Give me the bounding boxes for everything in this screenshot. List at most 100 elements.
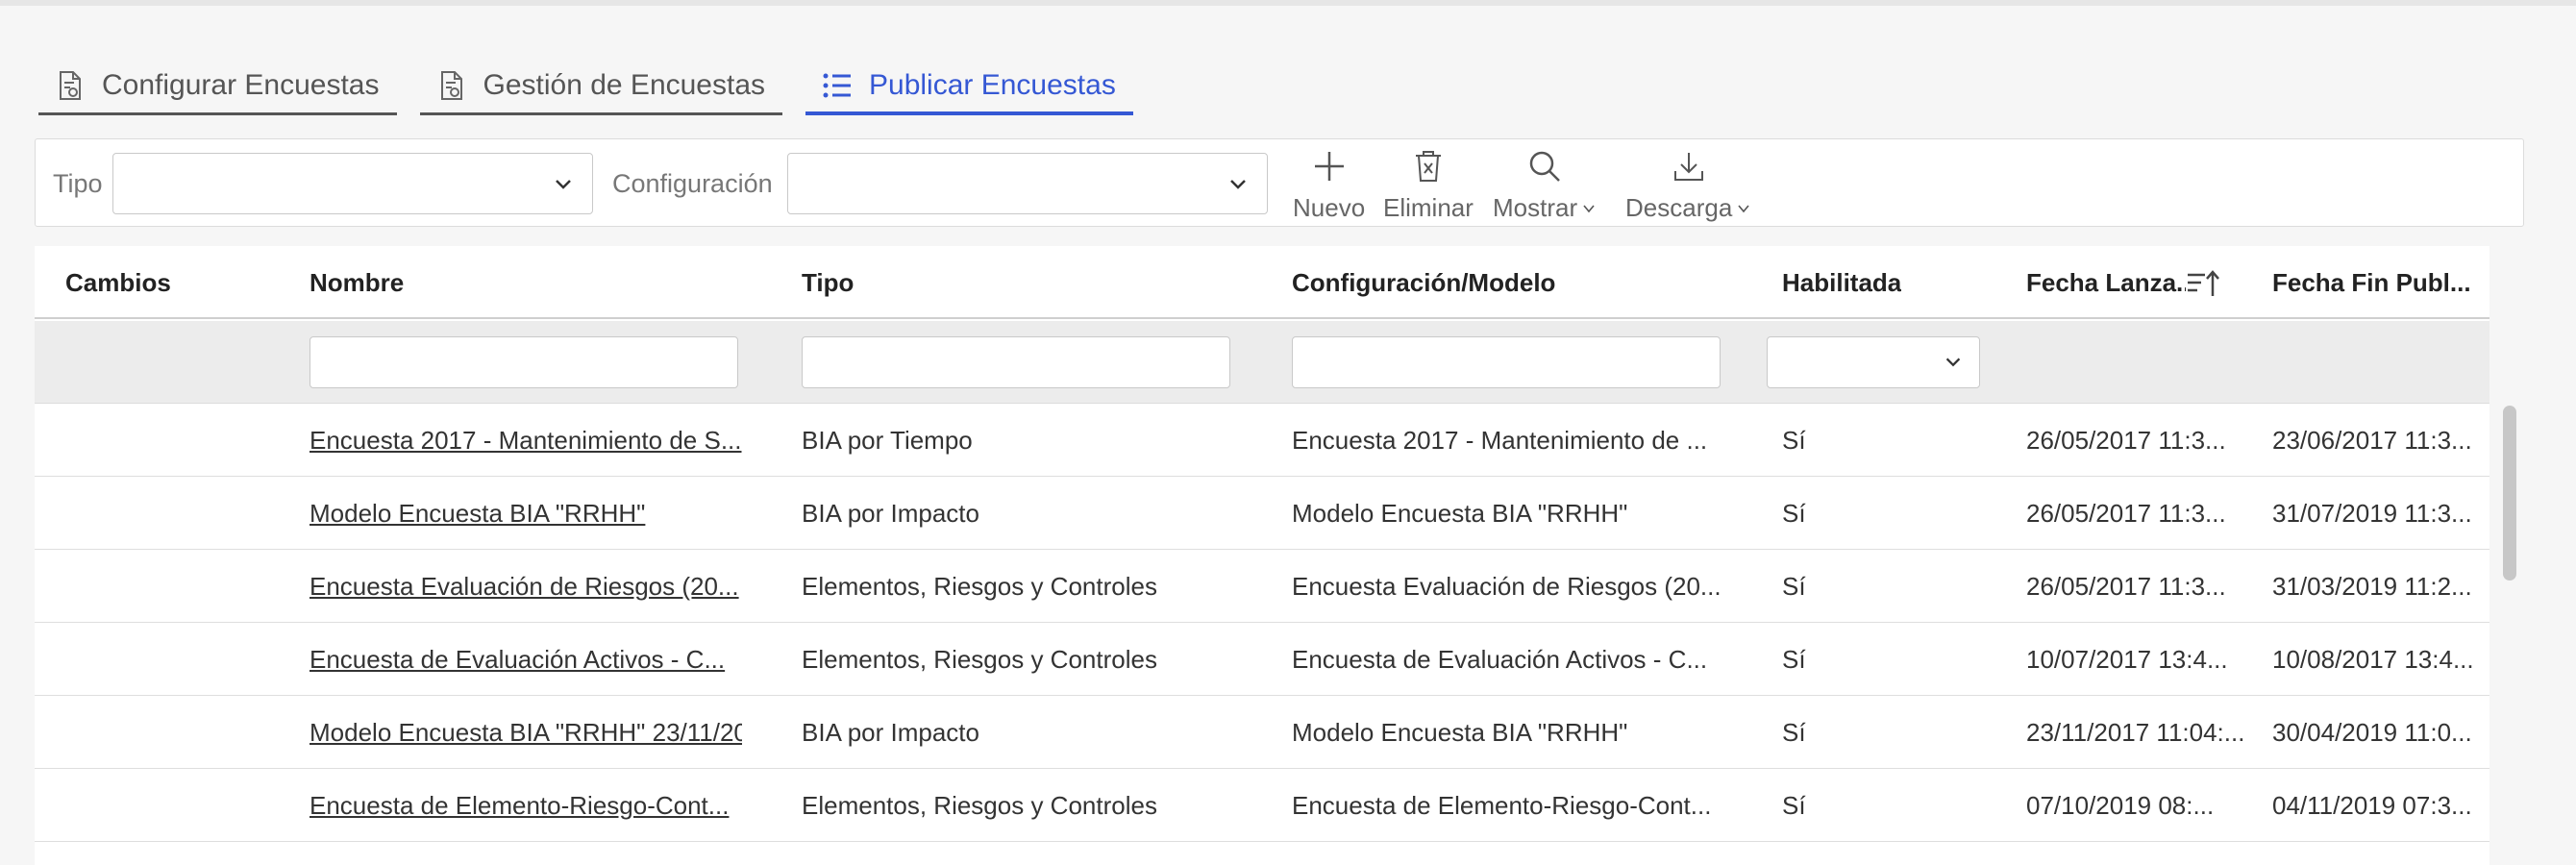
fecha-fin-cell: 31/07/2019 11:3...: [2272, 499, 2472, 528]
tipo-cell: Elementos, Riesgos y Controles: [802, 572, 1157, 601]
configuracion-cell: Encuesta Evaluación de Riesgos (20...: [1292, 572, 1721, 601]
column-header-fecha-fin[interactable]: Fecha Fin Publ...: [2272, 246, 2474, 319]
nombre-cell[interactable]: Encuesta 2017 - Mantenimiento de S...: [310, 404, 742, 477]
nombre-cell[interactable]: Modelo Encuesta BIA "RRHH": [310, 477, 742, 550]
chevron-down-icon: [1226, 173, 1250, 196]
chevron-down-icon: [1583, 204, 1595, 212]
tab-bar: Configurar Encuestas Gestión de Encuesta…: [38, 56, 1156, 115]
configuracion-label: Configuración: [612, 169, 773, 198]
chevron-down-icon: [552, 173, 575, 196]
table-row[interactable]: Encuesta 2017 - Mantenimiento de S... BIA…: [35, 404, 2489, 477]
nombre-filter-input[interactable]: [310, 336, 738, 388]
tab-underline: [38, 112, 397, 115]
habilitada-cell: Sí: [1782, 791, 1806, 820]
tipo-label: Tipo: [53, 169, 103, 198]
plus-icon: [1308, 145, 1350, 187]
tab-label: Gestión de Encuestas: [483, 69, 766, 101]
column-header-tipo[interactable]: Tipo: [802, 246, 854, 319]
configuracion-cell: Modelo Encuesta BIA "RRHH": [1292, 718, 1628, 747]
habilitada-filter-select[interactable]: [1767, 336, 1980, 388]
download-icon: [1668, 145, 1710, 187]
tipo-filter-input[interactable]: [802, 336, 1230, 388]
surveys-grid: Cambios Nombre Tipo Configuración/Modelo…: [35, 246, 2489, 865]
fecha-fin-cell: 10/08/2017 13:4...: [2272, 645, 2474, 674]
configuracion-select[interactable]: [787, 153, 1268, 214]
column-header-habilitada[interactable]: Habilitada: [1782, 246, 1901, 319]
table-row[interactable]: Encuesta de Evaluación Activos - C... Ele…: [35, 623, 2489, 696]
fecha-lanzamiento-cell: 26/05/2017 11:3...: [2026, 426, 2226, 455]
tab-label: Configurar Encuestas: [102, 69, 380, 101]
nombre-cell[interactable]: Modelo Encuesta BIA "RRHH" 23/11/20...: [310, 696, 742, 769]
cambios-cell: [65, 623, 258, 696]
tab-underline: [419, 112, 783, 115]
tipo-cell: BIA por Impacto: [802, 718, 979, 747]
fecha-lanzamiento-cell: 26/05/2017 11:3...: [2026, 499, 2226, 528]
cambios-cell: [65, 550, 258, 623]
column-header-nombre[interactable]: Nombre: [310, 246, 404, 319]
habilitada-cell: Sí: [1782, 426, 1806, 455]
configuracion-cell: Encuesta de Elemento-Riesgo-Cont...: [1292, 791, 1712, 820]
configuracion-filter-input[interactable]: [1292, 336, 1721, 388]
fecha-lanzamiento-cell: 07/10/2019 08:...: [2026, 791, 2215, 820]
cambios-cell: [65, 404, 258, 477]
fecha-fin-cell: 31/03/2019 11:2...: [2272, 572, 2472, 601]
habilitada-cell: Sí: [1782, 718, 1806, 747]
descarga-button[interactable]: Descarga: [1625, 145, 1751, 224]
tab-configurar-encuestas[interactable]: Configurar Encuestas: [38, 56, 397, 115]
chevron-down-icon: [1945, 358, 1961, 367]
tab-label: Publicar Encuestas: [869, 69, 1116, 101]
cambios-cell: [65, 477, 258, 550]
fecha-fin-cell: 23/06/2017 11:3...: [2272, 426, 2472, 455]
cambios-cell: [65, 769, 258, 842]
nombre-cell[interactable]: Encuesta de Elemento-Riesgo-Cont...: [310, 769, 742, 842]
table-row[interactable]: Modelo Encuesta BIA "RRHH" BIA por Impact…: [35, 477, 2489, 550]
tab-gestion-encuestas[interactable]: Gestión de Encuestas: [419, 56, 783, 115]
descarga-label: Descarga: [1625, 193, 1751, 223]
tipo-cell: BIA por Tiempo: [802, 426, 973, 455]
tipo-cell: Elementos, Riesgos y Controles: [802, 645, 1157, 674]
document-settings-icon: [437, 69, 466, 102]
fecha-lanzamiento-cell: 26/05/2017 11:3...: [2026, 572, 2226, 601]
vertical-scrollbar[interactable]: [2503, 400, 2516, 865]
eliminar-button[interactable]: Eliminar: [1383, 145, 1474, 224]
eliminar-label: Eliminar: [1383, 193, 1474, 222]
column-header-cambios[interactable]: Cambios: [65, 246, 171, 319]
scrollbar-thumb[interactable]: [2503, 406, 2516, 581]
nuevo-label: Nuevo: [1293, 193, 1366, 222]
tipo-select[interactable]: [112, 153, 593, 214]
fecha-lanzamiento-cell: 23/11/2017 11:04:...: [2026, 718, 2245, 747]
mostrar-button[interactable]: Mostrar: [1493, 145, 1597, 224]
tab-publicar-encuestas[interactable]: Publicar Encuestas: [805, 56, 1133, 115]
mostrar-label: Mostrar: [1493, 193, 1597, 223]
grid-header: Cambios Nombre Tipo Configuración/Modelo…: [35, 246, 2489, 319]
table-row[interactable]: Encuesta de Elemento-Riesgo-Cont... Eleme…: [35, 769, 2489, 842]
trash-icon: [1407, 145, 1449, 187]
cambios-cell: [65, 696, 258, 769]
sort-ascending-icon[interactable]: [2186, 269, 2220, 298]
table-row[interactable]: Modelo Encuesta BIA "RRHH" 23/11/20... BI…: [35, 696, 2489, 769]
habilitada-cell: Sí: [1782, 572, 1806, 601]
filter-row: [35, 321, 2489, 404]
column-header-configuracion[interactable]: Configuración/Modelo: [1292, 246, 1555, 319]
table-row[interactable]: Encuesta Evaluación de Riesgos (20... Ele…: [35, 550, 2489, 623]
list-icon: [823, 69, 852, 102]
tab-underline: [805, 111, 1133, 115]
configuracion-cell: Encuesta de Evaluación Activos - C...: [1292, 645, 1708, 674]
filter-toolbar: Tipo Configuración Nuevo Eliminar Mostra…: [35, 138, 2524, 227]
tipo-cell: BIA por Impacto: [802, 499, 979, 528]
column-header-fecha-lanzamiento[interactable]: Fecha Lanza...: [2026, 246, 2186, 319]
fecha-fin-cell: 04/11/2019 07:3...: [2272, 791, 2472, 820]
chevron-down-icon: [1738, 204, 1749, 212]
search-icon: [1523, 145, 1566, 187]
nuevo-button[interactable]: Nuevo: [1293, 145, 1365, 224]
nombre-cell[interactable]: Encuesta de Evaluación Activos - C...: [310, 623, 742, 696]
tipo-cell: Elementos, Riesgos y Controles: [802, 791, 1157, 820]
nombre-cell[interactable]: Encuesta Evaluación de Riesgos (20...: [310, 550, 742, 623]
page: Configurar Encuestas Gestión de Encuesta…: [0, 6, 2576, 865]
configuracion-cell: Encuesta 2017 - Mantenimiento de ...: [1292, 426, 1708, 455]
habilitada-cell: Sí: [1782, 645, 1806, 674]
document-settings-icon: [56, 69, 85, 102]
configuracion-cell: Modelo Encuesta BIA "RRHH": [1292, 499, 1628, 528]
fecha-fin-cell: 30/04/2019 11:0...: [2272, 718, 2472, 747]
habilitada-cell: Sí: [1782, 499, 1806, 528]
